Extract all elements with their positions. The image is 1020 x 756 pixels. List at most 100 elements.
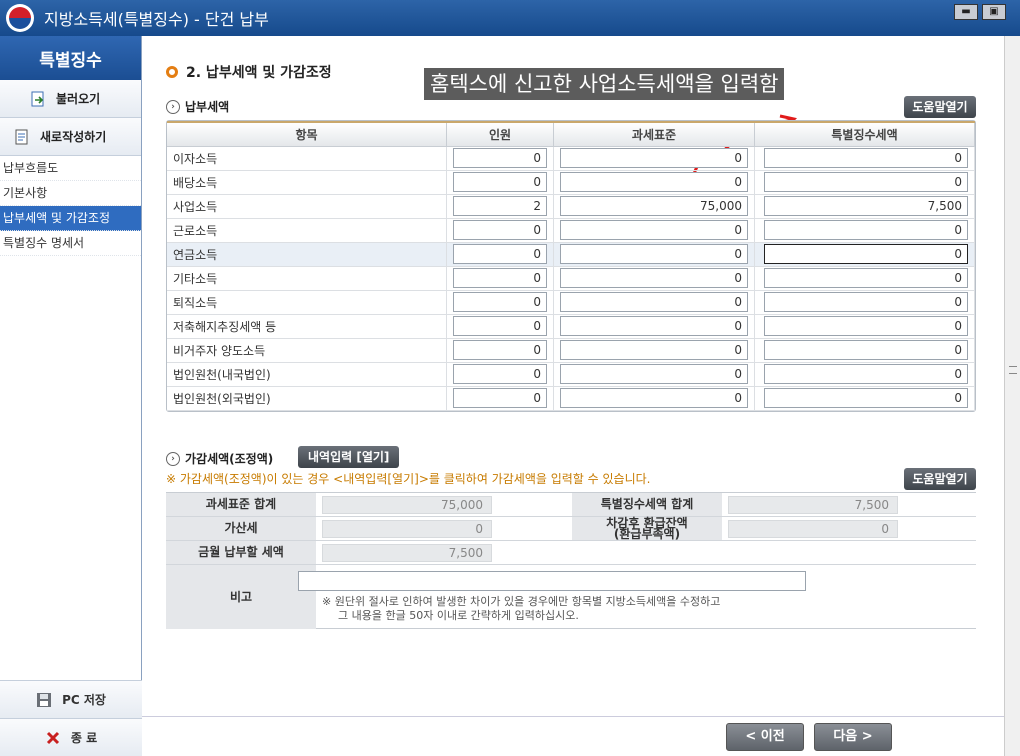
help-button-bottom[interactable]: 도움말열기 — [904, 468, 976, 490]
table-cell: 0 — [447, 362, 554, 386]
annotation-overlay: 홈텍스에 신고한 사업소득세액을 입력함 — [424, 68, 784, 100]
base-input[interactable]: 0 — [560, 268, 748, 288]
bullet-ring-icon — [166, 66, 178, 78]
table-cell: 0 — [447, 290, 554, 314]
new-document-button[interactable]: 새로작성하기 — [0, 118, 141, 156]
count-input[interactable]: 0 — [453, 172, 547, 192]
sidebar-item-basic-info[interactable]: 기본사항 — [0, 181, 141, 206]
table-cell: 0 — [755, 314, 975, 338]
next-button[interactable]: 다음 > — [814, 723, 892, 751]
tax-input[interactable]: 0 — [764, 220, 968, 240]
count-input[interactable]: 0 — [453, 148, 547, 168]
base-input[interactable]: 0 — [560, 148, 748, 168]
table-cell: 0 — [447, 386, 554, 410]
tax-input[interactable]: 0 — [764, 244, 968, 264]
base-input[interactable]: 0 — [560, 340, 748, 360]
table-cell: 0 — [755, 386, 975, 410]
col-count: 인원 — [447, 122, 554, 146]
tax-input[interactable]: 0 — [764, 388, 968, 408]
tax-input[interactable]: 0 — [764, 148, 968, 168]
count-input[interactable]: 0 — [453, 340, 547, 360]
base-input[interactable]: 0 — [560, 244, 748, 264]
table-cell: 근로소득 — [167, 218, 447, 242]
count-input[interactable]: 0 — [453, 244, 547, 264]
help-button-top[interactable]: 도움말열기 — [904, 96, 976, 118]
maximize-button[interactable]: ▣ — [982, 4, 1006, 20]
table-cell: 퇴직소득 — [167, 290, 447, 314]
table-cell: 0 — [755, 290, 975, 314]
table-cell: 7,500 — [755, 194, 975, 218]
prev-button[interactable]: < 이전 — [726, 723, 804, 751]
tax-input[interactable]: 0 — [764, 172, 968, 192]
tax-input[interactable]: 0 — [764, 292, 968, 312]
exit-label: 종 료 — [71, 729, 97, 746]
exit-button[interactable]: 종 료 — [0, 718, 142, 756]
due-field: 7,500 — [322, 544, 492, 562]
base-input[interactable]: 0 — [560, 292, 748, 312]
count-input[interactable]: 0 — [453, 268, 547, 288]
new-document-icon — [14, 129, 30, 145]
refund-label: 차감후 환급잔액 (환급부족액) — [572, 517, 722, 540]
row-label: 퇴직소득 — [173, 296, 217, 310]
count-input[interactable]: 0 — [453, 292, 547, 312]
count-input[interactable]: 0 — [453, 364, 547, 384]
base-input[interactable]: 0 — [560, 388, 748, 408]
memo-note-line2: 그 내용을 한글 50자 이내로 간략하게 입력하십시오. — [322, 609, 720, 623]
sidebar-item-flow[interactable]: 납부흐름도 — [0, 156, 141, 181]
col-base: 과세표준 — [554, 122, 755, 146]
row-label: 사업소득 — [173, 200, 217, 214]
sidebar-item-tax-adjustment[interactable]: 납부세액 및 가감조정 — [0, 206, 141, 231]
table-cell: 2 — [447, 194, 554, 218]
document-arrow-icon — [30, 91, 46, 107]
vertical-scrollbar[interactable] — [1004, 36, 1020, 756]
table-cell: 0 — [554, 386, 755, 410]
penalty-label: 가산세 — [166, 517, 316, 540]
load-button-label: 불러오기 — [56, 90, 100, 107]
table-cell: 0 — [447, 338, 554, 362]
detail-input-open-button[interactable]: 내역입력 [열기] — [298, 446, 399, 468]
count-input[interactable]: 0 — [453, 388, 547, 408]
due-label: 금월 납부할 세액 — [166, 541, 316, 564]
base-input[interactable]: 75,000 — [560, 196, 748, 216]
row-label: 배당소득 — [173, 176, 217, 190]
base-total-field: 75,000 — [322, 496, 492, 514]
table-cell: 0 — [755, 338, 975, 362]
tax-input[interactable]: 7,500 — [764, 196, 968, 216]
memo-input[interactable] — [298, 571, 806, 591]
minimize-button[interactable]: ▬ — [954, 4, 978, 20]
tax-total-label: 특별징수세액 합계 — [572, 493, 722, 516]
adjust-notice: ※ 가감세액(조정액)이 있는 경우 <내역입력[열기]>를 클릭하여 가감세액… — [166, 470, 650, 487]
refund-field: 0 — [728, 520, 898, 538]
table-cell: 0 — [755, 146, 975, 170]
pc-save-button[interactable]: PC 저장 — [0, 680, 142, 718]
table-cell: 0 — [755, 266, 975, 290]
count-input[interactable]: 0 — [453, 220, 547, 240]
tax-input[interactable]: 0 — [764, 364, 968, 384]
base-input[interactable]: 0 — [560, 316, 748, 336]
table-cell: 0 — [554, 218, 755, 242]
base-total-label: 과세표준 합계 — [166, 493, 316, 516]
count-input[interactable]: 0 — [453, 316, 547, 336]
table-cell: 연금소득 — [167, 242, 447, 266]
memo-note-line1: ※ 원단위 절사로 인하여 발생한 차이가 있을 경우에만 항목별 지방소득세액… — [322, 595, 720, 609]
table-cell: 법인원천(외국법인) — [167, 386, 447, 410]
col-tax: 특별징수세액 — [755, 122, 975, 146]
table-cell: 배당소득 — [167, 170, 447, 194]
tax-input[interactable]: 0 — [764, 340, 968, 360]
base-input[interactable]: 0 — [560, 172, 748, 192]
memo-note: ※ 원단위 절사로 인하여 발생한 차이가 있을 경우에만 항목별 지방소득세액… — [322, 595, 720, 623]
table-row: 근로소득000 — [167, 218, 975, 242]
footer: < 이전 다음 > — [142, 716, 1004, 756]
tax-input[interactable]: 0 — [764, 316, 968, 336]
load-button[interactable]: 불러오기 — [0, 80, 141, 118]
tax-input[interactable]: 0 — [764, 268, 968, 288]
base-input[interactable]: 0 — [560, 220, 748, 240]
count-input[interactable]: 2 — [453, 196, 547, 216]
table-row: 저축해지추징세액 등000 — [167, 314, 975, 338]
table-cell: 0 — [755, 362, 975, 386]
sidebar-item-statement[interactable]: 특별징수 명세서 — [0, 231, 141, 256]
scroll-grip-icon — [1009, 366, 1017, 374]
table-cell: 0 — [554, 146, 755, 170]
base-input[interactable]: 0 — [560, 364, 748, 384]
tax-table: 항목 인원 과세표준 특별징수세액 이자소득000배당소득000사업소득275,… — [166, 120, 976, 412]
